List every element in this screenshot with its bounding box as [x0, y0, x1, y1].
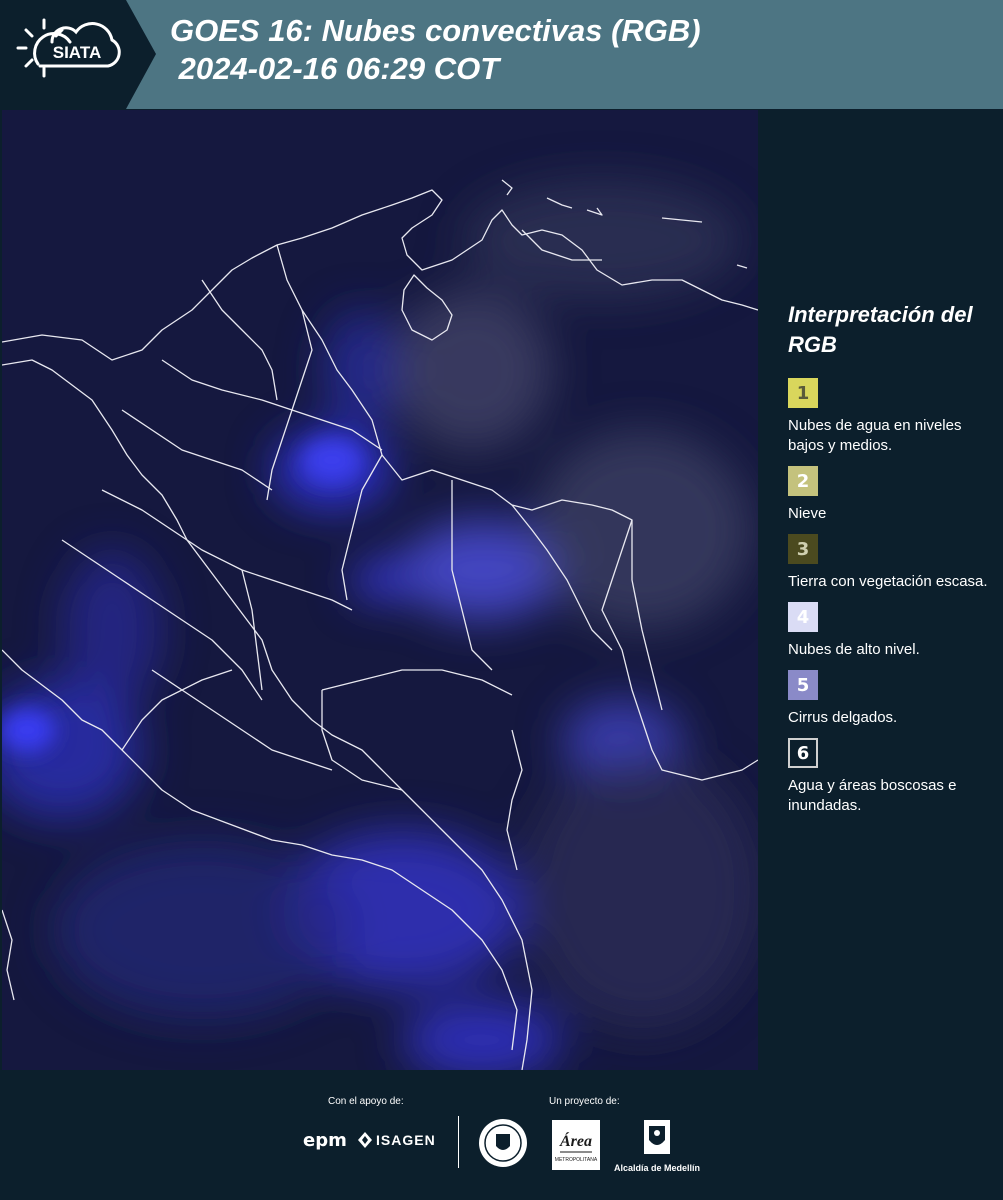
satellite-map — [2, 110, 758, 1070]
legend: Interpretación del RGB 1 Nubes de agua en… — [788, 300, 988, 826]
legend-label: Nubes de alto nivel. — [788, 641, 920, 658]
legend-swatch: 2 — [788, 466, 818, 496]
medellin-seal-icon — [478, 1118, 528, 1173]
alcaldia-logo: Alcaldía de Medellín — [611, 1118, 703, 1173]
area-metropolitana-logo: Área METROPOLITANA — [552, 1120, 600, 1170]
epm-logo: epm — [303, 1130, 347, 1151]
siata-logo-text: SIATA — [53, 43, 101, 62]
project-label: Un proyecto de: — [549, 1096, 620, 1107]
legend-item-2: 2 Nieve — [788, 466, 988, 524]
legend-swatch: 1 — [788, 378, 818, 408]
legend-swatch: 4 — [788, 602, 818, 632]
legend-swatch: 5 — [788, 670, 818, 700]
legend-item-1: 1 Nubes de agua en niveles bajos y medios… — [788, 378, 988, 456]
header-bar: SIATA GOES 16: Nubes convectivas (RGB) 2… — [0, 0, 1003, 109]
legend-item-4: 4 Nubes de alto nivel. — [788, 602, 988, 660]
isagen-label: ISAGEN — [376, 1132, 436, 1148]
svg-text:Área: Área — [559, 1131, 592, 1150]
legend-label: Agua y áreas boscosas e inundadas. — [788, 777, 957, 814]
alcaldia-shield-icon — [644, 1120, 670, 1154]
legend-label: Cirrus delgados. — [788, 709, 898, 726]
footer-divider — [458, 1116, 459, 1168]
legend-label: Nubes de agua en niveles bajos y medios. — [788, 417, 962, 454]
footer: Con el apoyo de: Un proyecto de: epm ISA… — [0, 1070, 1003, 1200]
legend-item-6: 6 Agua y áreas boscosas e inundadas. — [788, 738, 988, 816]
legend-item-5: 5 Cirrus delgados. — [788, 670, 988, 728]
siata-logo: SIATA — [0, 0, 156, 109]
isagen-mark-icon — [358, 1132, 372, 1148]
support-label: Con el apoyo de: — [328, 1096, 404, 1107]
legend-title: Interpretación del RGB — [788, 302, 973, 357]
isagen-logo: ISAGEN — [358, 1132, 436, 1148]
alcaldia-label: Alcaldía de Medellín — [613, 1163, 701, 1173]
svg-text:METROPOLITANA: METROPOLITANA — [555, 1157, 598, 1163]
page-title: GOES 16: Nubes convectivas (RGB) 2024-02… — [170, 13, 701, 86]
legend-item-3: 3 Tierra con vegetación escasa. — [788, 534, 988, 592]
legend-swatch: 6 — [788, 738, 818, 768]
legend-label: Tierra con vegetación escasa. — [788, 573, 988, 590]
legend-swatch: 3 — [788, 534, 818, 564]
legend-label: Nieve — [788, 505, 827, 522]
